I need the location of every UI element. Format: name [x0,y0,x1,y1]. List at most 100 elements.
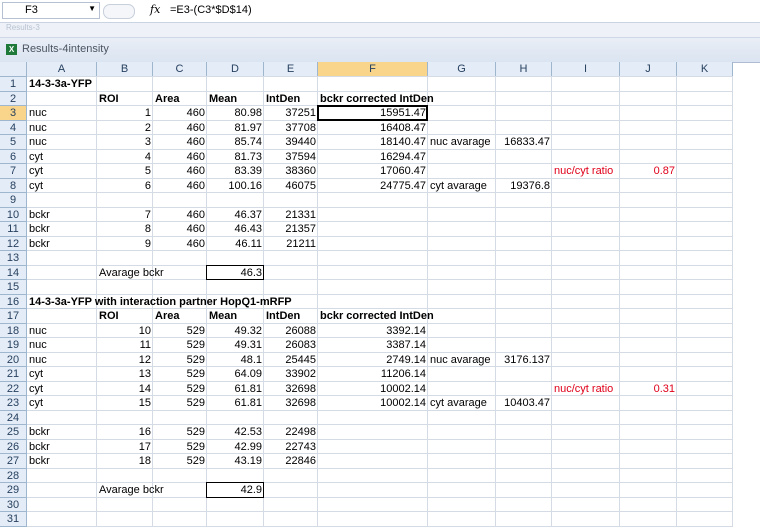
row-header-30[interactable]: 30 [0,497,27,512]
column-header-d[interactable]: D [207,62,264,77]
row-header-9[interactable]: 9 [0,193,27,208]
column-header-e[interactable]: E [264,62,318,77]
cell-d21[interactable]: 64.09 [207,367,264,382]
column-header-j[interactable]: J [620,62,677,77]
cell-c5[interactable]: 460 [153,135,207,150]
cell-c20[interactable]: 529 [153,353,207,368]
background-window-strip[interactable]: Results-3 [0,23,760,38]
cell-e4[interactable]: 37708 [264,121,318,136]
row-header-10[interactable]: 10 [0,207,27,222]
cell-d25[interactable]: 42.53 [207,425,264,440]
row-header-23[interactable]: 23 [0,396,27,411]
row-header-27[interactable]: 27 [0,454,27,469]
cell-f2[interactable]: bckr corrected IntDen [318,92,434,107]
cell-c26[interactable]: 529 [153,440,207,455]
cell-f6[interactable]: 16294.47 [318,150,428,165]
cell-a4[interactable]: nuc [27,121,97,136]
cell-c4[interactable]: 460 [153,121,207,136]
cell-d27[interactable]: 43.19 [207,454,264,469]
row-header-3[interactable]: 3 [0,106,27,121]
cell-a26[interactable]: bckr [27,440,97,455]
cell-d7[interactable]: 83.39 [207,164,264,179]
cell-j7[interactable]: 0.87 [620,164,677,179]
cell-c19[interactable]: 529 [153,338,207,353]
cell-d11[interactable]: 46.43 [207,222,264,237]
cell-b17[interactable]: ROI [97,309,153,324]
cell-d2[interactable]: Mean [207,92,264,107]
cell-a19[interactable]: nuc [27,338,97,353]
cell-a27[interactable]: bckr [27,454,97,469]
row-header-28[interactable]: 28 [0,468,27,483]
workbook-title-bar[interactable]: X Results-4intensity [0,38,760,63]
cell-b12[interactable]: 9 [97,237,153,252]
cell-c3[interactable]: 460 [153,106,207,121]
cell-d19[interactable]: 49.31 [207,338,264,353]
cell-a1[interactable]: 14-3-3a-YFP [27,77,97,92]
cell-e17[interactable]: IntDen [264,309,318,324]
cell-c23[interactable]: 529 [153,396,207,411]
column-header-h[interactable]: H [496,62,552,77]
cell-b5[interactable]: 3 [97,135,153,150]
cell-a21[interactable]: cyt [27,367,97,382]
cell-b25[interactable]: 16 [97,425,153,440]
cell-d22[interactable]: 61.81 [207,382,264,397]
cell-b20[interactable]: 12 [97,353,153,368]
cell-a8[interactable]: cyt [27,179,97,194]
row-header-2[interactable]: 2 [0,91,27,106]
cell-b7[interactable]: 5 [97,164,153,179]
cell-d3[interactable]: 80.98 [207,106,264,121]
row-header-29[interactable]: 29 [0,483,27,498]
cell-f5[interactable]: 18140.47 [318,135,428,150]
column-header-k[interactable]: K [677,62,733,77]
cell-a3[interactable]: nuc [27,106,97,121]
cell-c8[interactable]: 460 [153,179,207,194]
cell-c27[interactable]: 529 [153,454,207,469]
cell-e7[interactable]: 38360 [264,164,318,179]
row-header-15[interactable]: 15 [0,280,27,295]
row-header-31[interactable]: 31 [0,512,27,527]
cell-c7[interactable]: 460 [153,164,207,179]
cell-a25[interactable]: bckr [27,425,97,440]
cell-f17[interactable]: bckr corrected IntDen [318,309,434,324]
cell-a11[interactable]: bckr [27,222,97,237]
cell-d20[interactable]: 48.1 [207,353,264,368]
cell-d17[interactable]: Mean [207,309,264,324]
cell-b26[interactable]: 17 [97,440,153,455]
cell-b21[interactable]: 13 [97,367,153,382]
cell-a5[interactable]: nuc [27,135,97,150]
row-header-18[interactable]: 18 [0,323,27,338]
cell-d5[interactable]: 85.74 [207,135,264,150]
row-header-20[interactable]: 20 [0,352,27,367]
cell-a7[interactable]: cyt [27,164,97,179]
cell-g20[interactable]: nuc avarage [428,353,496,368]
cell-f18[interactable]: 3392.14 [318,324,428,339]
cell-e10[interactable]: 21331 [264,208,318,223]
cell-a6[interactable]: cyt [27,150,97,165]
cell-c10[interactable]: 460 [153,208,207,223]
column-header-a[interactable]: A [27,62,97,77]
row-header-14[interactable]: 14 [0,265,27,280]
cell-e19[interactable]: 26083 [264,338,318,353]
row-header-21[interactable]: 21 [0,367,27,382]
cell-b4[interactable]: 2 [97,121,153,136]
cell-h20[interactable]: 3176.137 [496,353,552,368]
column-header-f[interactable]: F [318,62,428,77]
name-box[interactable]: F3 ▼ [2,2,100,19]
formula-input[interactable]: =E3-(C3*$D$14) [170,4,252,16]
cell-h5[interactable]: 16833.47 [496,135,552,150]
cell-e8[interactable]: 46075 [264,179,318,194]
cell-b3[interactable]: 1 [97,106,153,121]
cell-d8[interactable]: 100.16 [207,179,264,194]
row-header-6[interactable]: 6 [0,149,27,164]
cell-b6[interactable]: 4 [97,150,153,165]
row-header-26[interactable]: 26 [0,439,27,454]
row-header-22[interactable]: 22 [0,381,27,396]
row-header-25[interactable]: 25 [0,425,27,440]
cell-c21[interactable]: 529 [153,367,207,382]
cell-c25[interactable]: 529 [153,425,207,440]
cell-i7[interactable]: nuc/cyt ratio [552,164,620,179]
chevron-down-icon[interactable]: ▼ [88,4,96,13]
cell-d18[interactable]: 49.32 [207,324,264,339]
cell-b27[interactable]: 18 [97,454,153,469]
cell-e23[interactable]: 32698 [264,396,318,411]
